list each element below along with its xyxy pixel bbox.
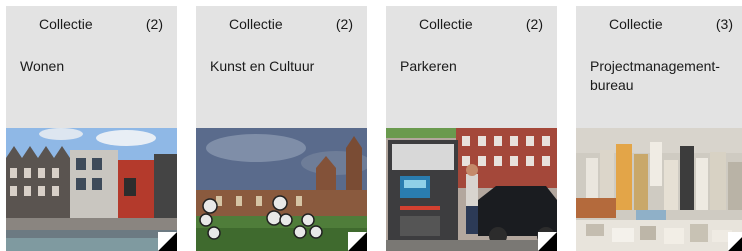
housing-photo[interactable] bbox=[6, 128, 177, 251]
card-header: Collectie (2) Wonen bbox=[6, 6, 177, 128]
parking-photo[interactable] bbox=[386, 128, 557, 251]
collection-count: (2) bbox=[335, 16, 353, 32]
card-header: Collectie (2) Parkeren bbox=[386, 6, 557, 128]
corner-fold-icon bbox=[158, 232, 177, 251]
collection-card-parkeren[interactable]: Collectie (2) Parkeren bbox=[386, 6, 557, 251]
card-title[interactable]: Kunst en Cultuur bbox=[210, 57, 356, 76]
collection-label: Collectie bbox=[419, 16, 473, 32]
collection-count: (2) bbox=[525, 16, 543, 32]
card-title[interactable]: Projectmanagement-bureau bbox=[590, 57, 736, 95]
collection-card-kunst-en-cultuur[interactable]: Collectie (2) Kunst en Cultuur bbox=[196, 6, 367, 251]
collection-count: (2) bbox=[145, 16, 163, 32]
collection-card-projectmanagement-bureau[interactable]: Collectie (3) Projectmanagement-bureau bbox=[576, 6, 742, 251]
card-header: Collectie (2) Kunst en Cultuur bbox=[196, 6, 367, 128]
corner-fold-icon bbox=[348, 232, 367, 251]
collection-label: Collectie bbox=[39, 16, 93, 32]
city-model-photo[interactable] bbox=[576, 128, 742, 251]
corner-fold-icon bbox=[728, 232, 742, 251]
collection-label: Collectie bbox=[609, 16, 663, 32]
collection-label: Collectie bbox=[229, 16, 283, 32]
card-header: Collectie (3) Projectmanagement-bureau bbox=[576, 6, 742, 128]
card-title[interactable]: Parkeren bbox=[400, 57, 546, 76]
collection-count: (3) bbox=[715, 16, 733, 32]
collection-grid: Collectie (2) Wonen Collectie (2) Kunst … bbox=[0, 0, 742, 251]
card-title[interactable]: Wonen bbox=[20, 57, 166, 76]
museum-photo[interactable] bbox=[196, 128, 367, 251]
collection-card-wonen[interactable]: Collectie (2) Wonen bbox=[6, 6, 177, 251]
corner-fold-icon bbox=[538, 232, 557, 251]
